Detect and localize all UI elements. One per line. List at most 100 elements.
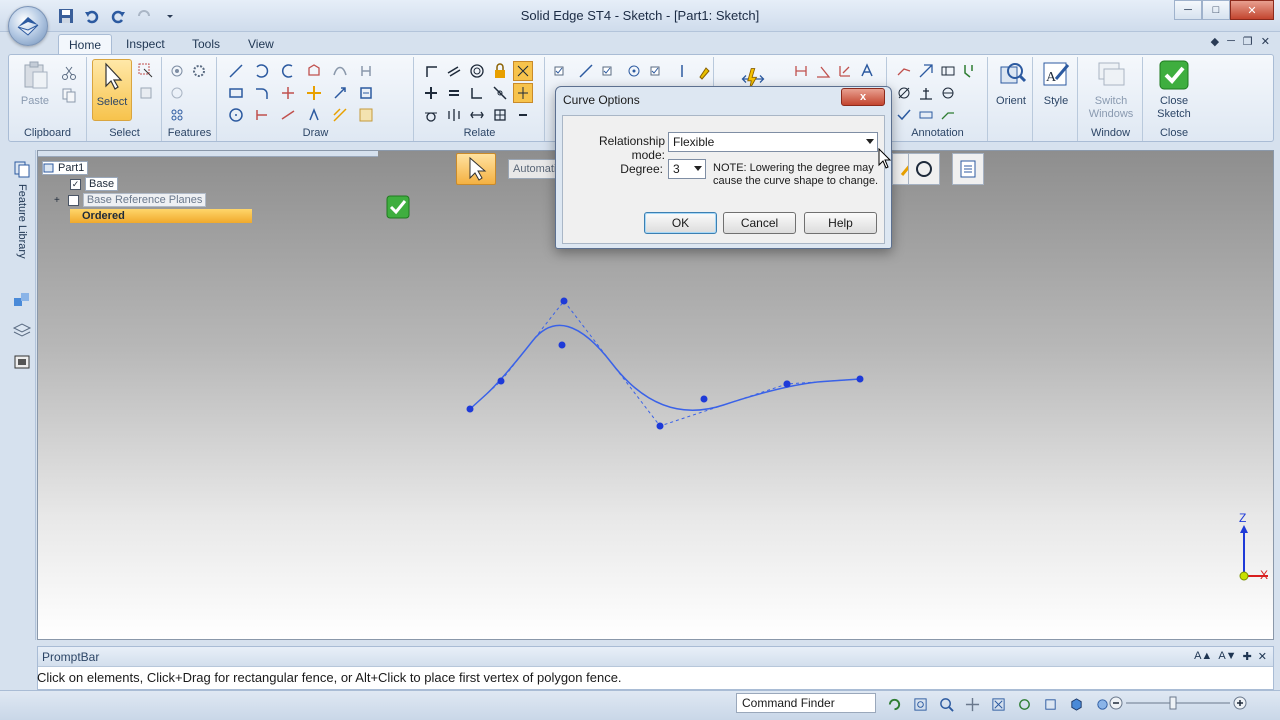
edit-point-1[interactable] [700,395,708,403]
pan-icon[interactable] [962,694,982,714]
offset-relate-icon[interactable] [467,105,487,125]
style-button[interactable]: A Style [1036,59,1076,121]
sketch-view-icon[interactable] [1040,694,1060,714]
fillet-icon[interactable] [252,83,272,103]
horizontal-vertical-icon[interactable] [467,83,487,103]
parallel-icon[interactable] [444,61,464,81]
help-button[interactable]: Help [804,212,877,234]
ok-button[interactable]: OK [644,212,717,234]
pattern-icon[interactable] [167,105,187,125]
select-filter-icon[interactable] [136,83,156,103]
lock-icon[interactable] [490,61,510,81]
font-larger-icon[interactable]: A▲ [1194,650,1212,663]
text-icon[interactable] [857,61,877,81]
center-point-icon[interactable] [624,61,644,81]
fit-icon[interactable] [988,694,1008,714]
tab-tools[interactable]: Tools [182,34,230,54]
move-icon[interactable] [304,83,324,103]
symmetric-icon[interactable] [444,105,464,125]
control-point-1[interactable] [497,377,505,385]
pin-icon[interactable]: ✚ [1243,650,1252,663]
rectangle-icon[interactable] [226,83,246,103]
help-diamond-icon[interactable]: ◆ [1211,35,1219,48]
target-icon[interactable] [938,83,958,103]
collinear-icon[interactable] [490,83,510,103]
doc-close-icon[interactable]: ✕ [1261,35,1270,48]
rigid-icon[interactable] [490,105,510,125]
assembly-icon[interactable] [12,290,32,310]
checkmark-annot-icon[interactable] [894,105,914,125]
control-point-2[interactable] [560,297,568,305]
cut-icon[interactable] [59,63,79,83]
feature-library-tab[interactable]: Feature Library [12,160,32,259]
font-smaller-icon[interactable]: A▼ [1218,650,1236,663]
curve-path[interactable] [469,324,861,412]
weld-symbol-icon[interactable] [960,61,980,81]
control-point-0[interactable] [466,405,474,413]
arc-icon[interactable] [252,61,272,81]
tab-view[interactable]: View [238,34,284,54]
refresh-icon[interactable] [884,694,904,714]
paste-button[interactable]: Paste [15,59,55,121]
relate-more-icon[interactable] [513,105,533,125]
maintain-relationships-icon[interactable] [513,83,533,103]
stretch-icon[interactable] [330,105,350,125]
edit-point-2[interactable] [783,380,791,388]
edge-condition-icon[interactable] [894,83,914,103]
control-point-3[interactable] [656,422,664,430]
equal-icon[interactable] [444,83,464,103]
feature-control-frame-icon[interactable] [916,61,936,81]
sensors-icon[interactable] [12,352,32,372]
project-icon[interactable] [356,61,376,81]
trim-icon[interactable] [278,83,298,103]
checkbox-point-icon[interactable] [600,61,620,81]
mirror-icon[interactable] [330,61,350,81]
distance-between-icon[interactable] [791,61,811,81]
maximize-button[interactable]: □ [1202,0,1230,20]
relationship-assistant-icon[interactable] [513,61,533,81]
leader-icon[interactable] [894,61,914,81]
extend-icon[interactable] [278,105,298,125]
minimize-button[interactable]: ─ [1174,0,1202,20]
shaded-view-icon[interactable] [1066,694,1086,714]
select-manager-icon[interactable] [136,61,156,81]
doc-restore-icon[interactable]: ❐ [1243,35,1253,48]
paint-icon[interactable] [694,63,714,83]
intellisketch-line-icon[interactable] [576,61,596,81]
cancel-button[interactable]: Cancel [723,212,796,234]
perpendicular-icon[interactable] [421,61,441,81]
line-icon[interactable] [226,61,246,81]
offset-icon[interactable] [278,61,298,81]
concentric-icon[interactable] [467,61,487,81]
layers-icon[interactable] [12,320,32,340]
checkbox-curve-icon[interactable] [552,61,572,81]
control-point-5[interactable] [856,375,864,383]
switch-windows-button[interactable]: Switch Windows [1083,59,1139,121]
orient-button[interactable]: Orient [991,59,1031,121]
vertical-bar-icon[interactable] [672,61,692,81]
coordinate-dim-icon[interactable] [835,61,855,81]
close-window-button[interactable]: ✕ [1230,0,1274,20]
degree-select[interactable]: 3 [668,159,706,179]
gear-icon[interactable] [189,61,209,81]
circle-icon[interactable] [226,105,246,125]
dialog-close-button[interactable]: x [841,88,885,106]
command-finder-input[interactable]: Command Finder [736,693,876,713]
rotate-icon[interactable] [304,105,324,125]
tab-inspect[interactable]: Inspect [116,34,175,54]
rib-icon[interactable] [167,83,187,103]
close-sketch-button[interactable]: Close Sketch [1152,59,1196,121]
promptbar-close-icon[interactable]: ✕ [1258,650,1267,663]
hole-icon[interactable] [167,61,187,81]
application-button[interactable] [8,6,48,46]
edit-point-0[interactable] [558,341,566,349]
doc-minimize-icon[interactable]: ─ [1227,35,1235,48]
polygon-icon[interactable] [304,61,324,81]
balloon-icon[interactable] [938,105,958,125]
tangent-relate-icon[interactable] [421,105,441,125]
scale-icon[interactable] [330,83,350,103]
zoom-area-icon[interactable] [910,694,930,714]
checkbox-midpoint-icon[interactable] [648,61,668,81]
tab-home[interactable]: Home [58,34,113,54]
zoom-slider[interactable] [1108,695,1248,711]
